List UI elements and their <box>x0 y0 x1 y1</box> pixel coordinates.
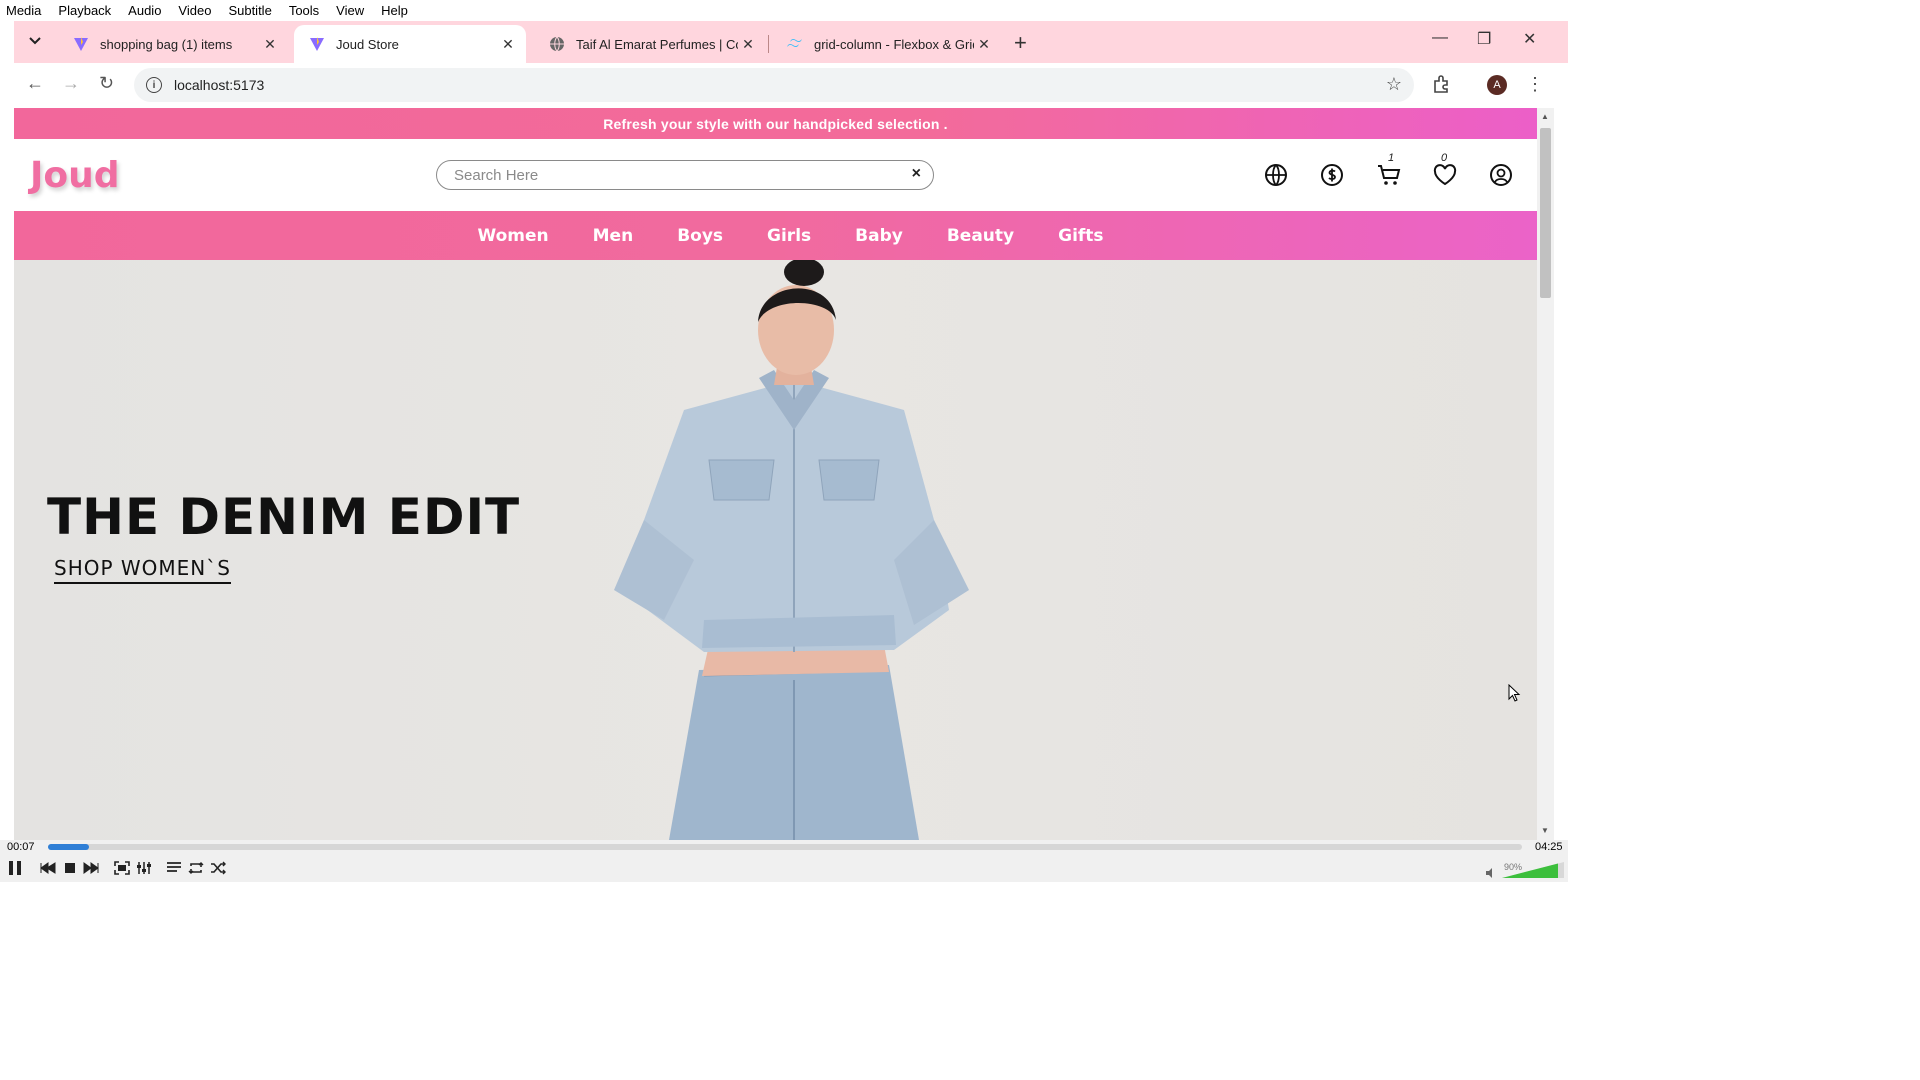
extended-settings-icon[interactable] <box>134 859 154 877</box>
nav-boys[interactable]: Boys <box>655 226 745 246</box>
hero-model-image <box>614 260 969 840</box>
nav-baby[interactable]: Baby <box>833 226 925 246</box>
nav-gifts[interactable]: Gifts <box>1036 226 1125 246</box>
tab-title: grid-column - Flexbox & Grid - <box>814 36 974 52</box>
menu-subtitle[interactable]: Subtitle <box>228 3 271 18</box>
restore-icon[interactable]: ❐ <box>1477 29 1491 49</box>
shuffle-icon[interactable] <box>208 859 228 877</box>
loop-icon[interactable] <box>186 859 206 877</box>
browser-window: shopping bag (1) items ✕ Joud Store ✕ Ta… <box>14 21 1568 840</box>
vite-favicon-icon <box>72 35 90 53</box>
forward-icon[interactable]: → <box>62 73 80 94</box>
tab-search-dropdown-icon[interactable] <box>24 30 46 52</box>
site-logo[interactable]: Joud <box>30 155 120 196</box>
menu-help[interactable]: Help <box>381 3 408 18</box>
vlc-controls: 00:07 04:25 90% <box>0 840 1568 882</box>
mouse-pointer-icon <box>1508 684 1521 702</box>
heart-icon[interactable] <box>1431 161 1459 189</box>
volume-level: 90% <box>1504 862 1523 872</box>
minimize-icon[interactable]: — <box>1432 29 1448 47</box>
cart-count-badge: 1 <box>1388 152 1395 164</box>
menu-audio[interactable]: Audio <box>128 3 161 18</box>
tab-title: Taif Al Emarat Perfumes | Conti <box>576 36 738 52</box>
seek-bar[interactable] <box>48 844 1522 850</box>
wishlist-count-badge: 0 <box>1441 152 1448 164</box>
tab-grid-column[interactable]: grid-column - Flexbox & Grid - ✕ <box>772 25 1002 63</box>
back-icon[interactable]: ← <box>26 73 44 94</box>
hero-title: THE DENIM EDIT <box>47 488 521 546</box>
tab-title: Joud Store <box>336 36 399 52</box>
web-page: Refresh your style with our handpicked s… <box>14 108 1537 840</box>
tab-close-icon[interactable]: ✕ <box>974 36 994 53</box>
address-toolbar: ← → ↻ i localhost:5173 ☆ A ⋮ <box>14 63 1568 108</box>
tab-shopping-bag[interactable]: shopping bag (1) items ✕ <box>58 25 288 63</box>
nav-men[interactable]: Men <box>571 226 656 246</box>
globe-favicon-icon <box>548 35 566 53</box>
tab-separator <box>768 35 769 53</box>
browser-menu-icon[interactable]: ⋮ <box>1526 74 1544 95</box>
globe-icon[interactable] <box>1262 161 1290 189</box>
tab-close-icon[interactable]: ✕ <box>260 36 280 53</box>
tab-joud-store[interactable]: Joud Store ✕ <box>294 25 526 63</box>
vlc-menu-bar: Media Playback Audio Video Subtitle Tool… <box>0 0 1568 21</box>
hero-banner: THE DENIM EDIT SHOP WOMEN`S <box>14 260 1537 840</box>
url-text: localhost:5173 <box>174 77 265 93</box>
cart-icon[interactable] <box>1375 161 1403 189</box>
menu-tools[interactable]: Tools <box>289 3 319 18</box>
elapsed-time: 00:07 <box>7 841 35 853</box>
nav-women[interactable]: Women <box>455 226 570 246</box>
tab-strip: shopping bag (1) items ✕ Joud Store ✕ Ta… <box>14 21 1568 63</box>
scroll-down-icon[interactable]: ▼ <box>1541 826 1549 835</box>
shop-women-link[interactable]: SHOP WOMEN`S <box>54 556 231 584</box>
extensions-icon[interactable] <box>1432 74 1452 99</box>
next-icon[interactable] <box>81 859 101 877</box>
tailwind-favicon-icon <box>786 35 804 53</box>
new-tab-icon[interactable]: + <box>1014 30 1027 56</box>
scroll-up-icon[interactable]: ▲ <box>1541 112 1549 121</box>
scrollbar-thumb[interactable] <box>1540 128 1551 298</box>
tab-close-icon[interactable]: ✕ <box>498 36 518 53</box>
playlist-icon[interactable] <box>164 859 184 877</box>
user-icon[interactable] <box>1487 161 1515 189</box>
tab-taif-perfumes[interactable]: Taif Al Emarat Perfumes | Conti ✕ <box>534 25 766 63</box>
search-input[interactable]: Search Here × <box>436 160 934 190</box>
menu-view[interactable]: View <box>336 3 364 18</box>
dollar-icon[interactable] <box>1318 161 1346 189</box>
reload-icon[interactable]: ↻ <box>99 73 114 94</box>
total-time: 04:25 <box>1535 841 1563 853</box>
seek-progress <box>48 844 90 850</box>
search-clear-icon[interactable]: × <box>912 165 921 183</box>
nav-girls[interactable]: Girls <box>745 226 833 246</box>
profile-avatar[interactable]: A <box>1487 75 1507 95</box>
volume-speaker-icon[interactable] <box>1481 864 1501 882</box>
promo-banner: Refresh your style with our handpicked s… <box>14 108 1537 139</box>
search-placeholder: Search Here <box>454 166 539 184</box>
menu-playback[interactable]: Playback <box>58 3 111 18</box>
fullscreen-icon[interactable] <box>112 859 132 877</box>
address-bar[interactable]: i localhost:5173 ☆ <box>134 68 1414 102</box>
menu-media[interactable]: Media <box>6 3 41 18</box>
vite-favicon-icon <box>308 35 326 53</box>
pause-icon[interactable] <box>5 859 25 877</box>
category-nav: Women Men Boys Girls Baby Beauty Gifts <box>14 211 1537 260</box>
window-close-icon[interactable]: ✕ <box>1523 29 1536 49</box>
nav-beauty[interactable]: Beauty <box>925 226 1036 246</box>
page-scrollbar[interactable]: ▲ ▼ <box>1537 108 1554 840</box>
site-header: Joud Search Here × 1 0 <box>14 139 1537 211</box>
menu-video[interactable]: Video <box>178 3 211 18</box>
previous-icon[interactable] <box>38 859 58 877</box>
bookmark-star-icon[interactable]: ☆ <box>1386 74 1402 95</box>
tab-close-icon[interactable]: ✕ <box>738 36 758 53</box>
site-info-icon[interactable]: i <box>146 77 162 93</box>
tab-title: shopping bag (1) items <box>100 36 233 52</box>
stop-icon[interactable] <box>60 859 80 877</box>
